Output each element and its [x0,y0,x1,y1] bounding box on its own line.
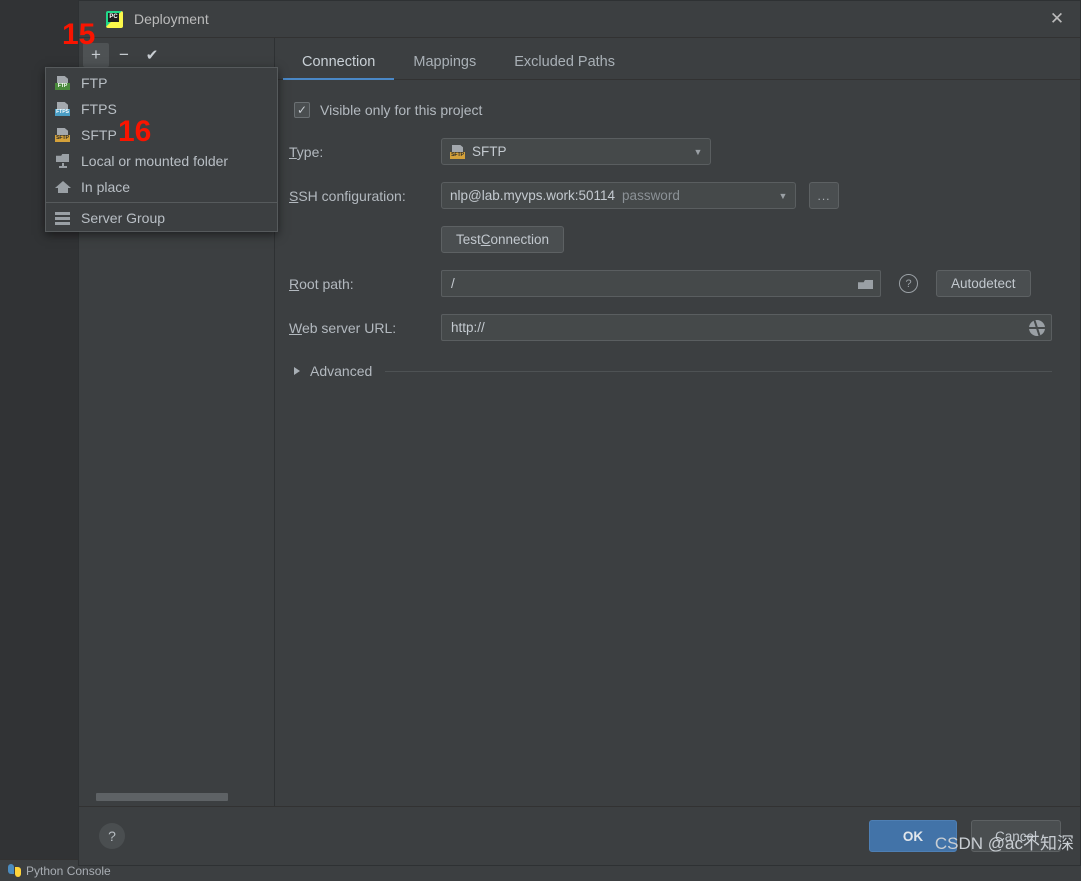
check-icon: ✓ [296,103,308,117]
menu-item-ftp[interactable]: FTP FTP [46,70,277,96]
sftp-icon: SFTP [450,144,465,159]
screen-root: Python Console PC Deployment ✕ + − ✔ Con… [0,0,1081,881]
type-combo[interactable]: SFTP SFTP ▼ [441,138,711,165]
tab-mappings[interactable]: Mappings [394,53,495,79]
root-path-label: Root path: [289,275,354,292]
ftps-icon: FTPS [55,102,71,116]
menu-item-label: In place [81,179,131,195]
help-button[interactable]: ? [99,823,125,849]
ssh-config-value: nlp@lab.myvps.work:50114 [450,188,616,203]
autodetect-button[interactable]: Autodetect [936,270,1031,297]
close-icon[interactable]: ✕ [1034,1,1080,37]
server-group-icon [55,211,71,225]
menu-item-ftps[interactable]: FTPS FTPS [46,96,277,122]
chevron-right-icon[interactable] [294,367,300,375]
web-server-url-value: http:// [451,320,485,335]
ok-button[interactable]: OK [869,820,957,852]
folder-icon[interactable] [858,277,874,290]
tab-connection[interactable]: Connection [283,53,395,80]
apply-server-button[interactable]: ✔ [139,43,165,67]
tab-excluded-paths[interactable]: Excluded Paths [495,53,634,79]
menu-item-label: FTPS [81,101,117,117]
ssh-config-browse-button[interactable]: ... [809,182,839,209]
test-connection-button[interactable]: Test Connection [441,226,565,253]
remove-server-button[interactable]: − [111,43,137,67]
local-folder-icon [55,154,71,168]
menu-item-in-place[interactable]: In place [46,174,277,200]
dialog-footer: ? OK Cancel [79,806,1080,865]
sftp-icon: SFTP [55,128,71,142]
type-value: SFTP [472,144,507,159]
root-path-row: Root path: / ? Autodetect [289,270,1052,297]
menu-item-server-group[interactable]: Server Group [46,205,277,231]
menu-item-label: SFTP [81,127,117,143]
type-row: Type: SFTP SFTP ▼ [289,138,1052,165]
server-list-hscrollbar[interactable] [79,792,274,802]
test-connection-row: Test Connection [289,226,1052,253]
visible-only-label[interactable]: Visible only for this project [320,102,482,118]
menu-item-label: FTP [81,75,108,91]
ssh-auth-hint: password [622,188,680,203]
visible-only-row: ✓ Visible only for this project [289,102,1052,118]
connection-form: ✓ Visible only for this project Type: SF… [275,80,1080,806]
menu-item-sftp[interactable]: SFTP SFTP [46,122,277,148]
visible-only-checkbox[interactable]: ✓ [294,102,310,118]
ssh-config-label: SSH configuration: [289,187,406,204]
globe-icon[interactable] [1029,319,1045,336]
menu-separator [46,202,277,203]
dialog-titlebar: PC Deployment ✕ [79,1,1080,38]
help-icon[interactable]: ? [899,274,918,293]
python-icon [8,864,21,877]
menu-item-local-or-mounted-folder[interactable]: Local or mounted folder [46,148,277,174]
web-server-url-label: Web server URL: [289,319,397,336]
chevron-down-icon: ▼ [693,146,703,157]
scrollbar-thumb[interactable] [96,793,228,801]
home-icon [55,180,71,194]
ssh-config-row: SSH configuration: nlp@lab.myvps.work:50… [289,182,1052,209]
advanced-divider [385,370,1052,372]
menu-item-label: Server Group [81,210,166,226]
root-path-input[interactable]: / [441,270,881,297]
dialog-title: Deployment [134,11,209,27]
pycharm-icon: PC [106,10,123,28]
menu-item-label: Local or mounted folder [81,153,229,169]
root-path-value: / [451,276,455,291]
cancel-button[interactable]: Cancel [971,820,1061,852]
web-server-url-row: Web server URL: http:// [289,314,1052,341]
add-server-button[interactable]: + [83,42,109,67]
chevron-down-icon: ▼ [778,190,788,201]
settings-pane: Connection Mappings Excluded Paths ✓ Vis… [275,38,1080,806]
ftp-icon: FTP [55,76,71,90]
advanced-label[interactable]: Advanced [310,363,372,379]
add-server-popup-menu: FTP FTP FTPS FTPS SFTP SFTP Local or mou… [45,67,278,232]
ssh-config-combo[interactable]: nlp@lab.myvps.work:50114 password ▼ [441,182,796,209]
web-server-url-input[interactable]: http:// [441,314,1052,341]
advanced-section[interactable]: Advanced [289,363,1052,379]
type-label: Type: [289,143,324,160]
settings-tabs: Connection Mappings Excluded Paths [275,38,1080,80]
